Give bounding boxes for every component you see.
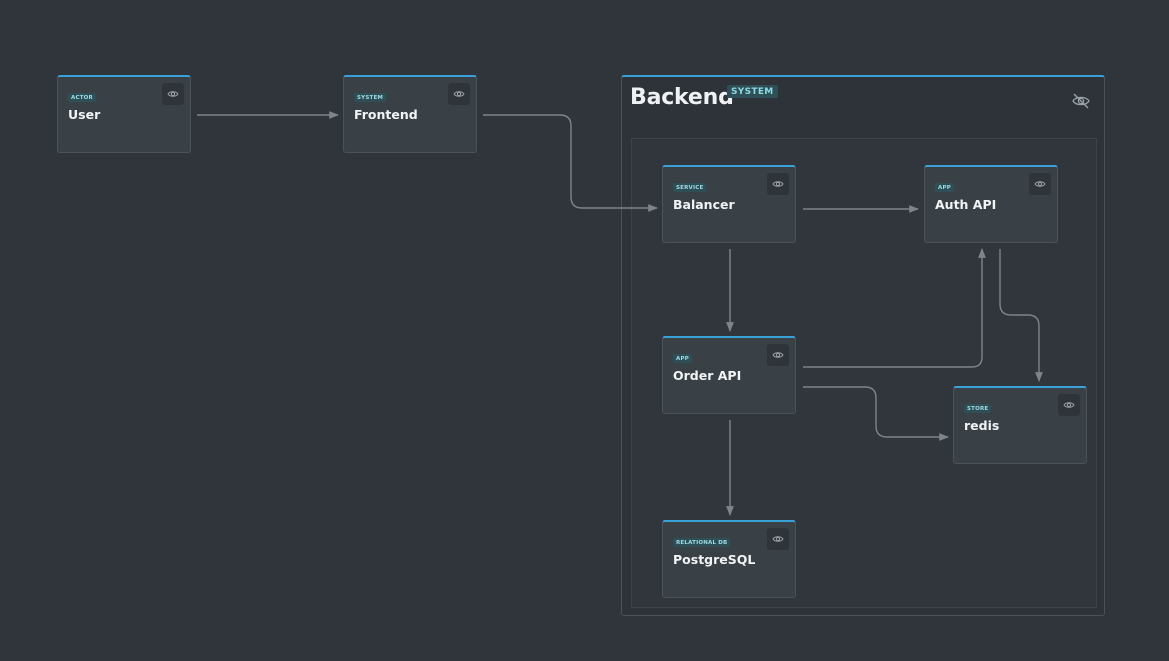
node-label: Auth API: [935, 197, 997, 212]
eye-icon[interactable]: [1029, 173, 1051, 195]
node-label: Balancer: [673, 197, 735, 212]
node-type-badge: APP: [935, 183, 954, 192]
node-balancer[interactable]: SERVICE Balancer: [662, 165, 796, 243]
node-type-badge: APP: [673, 354, 692, 363]
node-redis[interactable]: STORE redis: [953, 386, 1087, 464]
group-title: Backend: [630, 85, 734, 110]
node-label: Frontend: [354, 107, 418, 122]
node-type-badge: RELATIONAL DB: [673, 538, 731, 547]
eye-icon[interactable]: [162, 83, 184, 105]
eye-icon[interactable]: [448, 83, 470, 105]
node-order-api[interactable]: APP Order API: [662, 336, 796, 414]
node-label: PostgreSQL: [673, 552, 756, 567]
eye-icon[interactable]: [767, 173, 789, 195]
node-user[interactable]: ACTOR User: [57, 75, 191, 153]
node-type-badge: SYSTEM: [354, 93, 387, 102]
diagram-canvas[interactable]: Backend SYSTEM ACTOR User SYSTEM Fronten…: [0, 0, 1169, 661]
node-label: User: [68, 107, 101, 122]
node-postgresql[interactable]: RELATIONAL DB PostgreSQL: [662, 520, 796, 598]
node-label: redis: [964, 418, 1000, 433]
eye-off-icon[interactable]: [1071, 91, 1091, 111]
node-auth-api[interactable]: APP Auth API: [924, 165, 1058, 243]
eye-icon[interactable]: [767, 528, 789, 550]
node-type-badge: STORE: [964, 404, 992, 413]
group-type-badge: SYSTEM: [727, 85, 778, 98]
node-type-badge: SERVICE: [673, 183, 707, 192]
eye-icon[interactable]: [1058, 394, 1080, 416]
node-type-badge: ACTOR: [68, 93, 96, 102]
eye-icon[interactable]: [767, 344, 789, 366]
node-frontend[interactable]: SYSTEM Frontend: [343, 75, 477, 153]
node-label: Order API: [673, 368, 742, 383]
